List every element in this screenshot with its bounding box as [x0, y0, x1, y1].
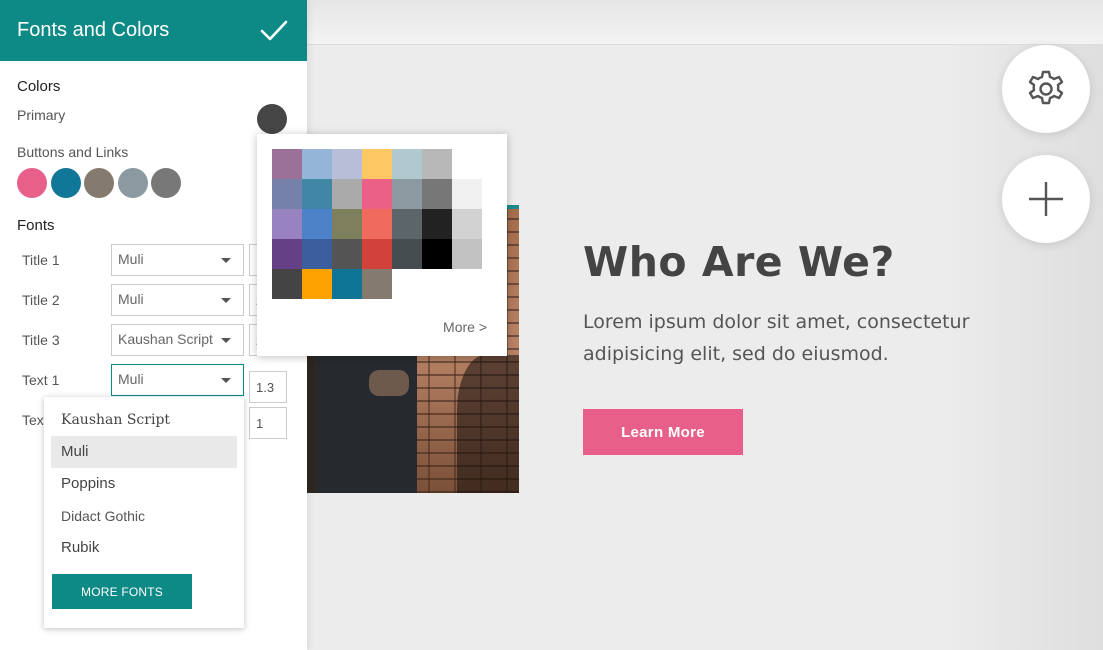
font-dropdown: Kaushan Script Muli Poppins Didact Gothic Ru…	[44, 397, 244, 628]
palette-color-cell[interactable]	[452, 149, 482, 179]
primary-color-swatch[interactable]	[257, 104, 287, 134]
font-select-value: Kaushan Script	[118, 331, 213, 347]
gear-icon	[1028, 70, 1064, 105]
font-select-value: Muli	[118, 371, 144, 387]
button-color-swatch[interactable]	[117, 168, 148, 198]
font-option[interactable]: Muli	[51, 436, 237, 468]
palette-color-cell[interactable]	[452, 179, 482, 209]
photo-shadow	[457, 355, 519, 493]
chevron-down-icon	[221, 258, 231, 263]
check-icon	[260, 20, 288, 41]
palette-color-cell[interactable]	[332, 269, 362, 299]
palette-color-cell[interactable]	[452, 209, 482, 239]
palette-color-cell[interactable]	[392, 149, 422, 179]
panel-title: Fonts and Colors	[17, 19, 170, 41]
palette-color-cell[interactable]	[392, 239, 422, 269]
palette-color-cell[interactable]	[302, 269, 332, 299]
button-color-swatch[interactable]	[84, 168, 114, 198]
palette-color-cell[interactable]	[422, 209, 452, 239]
primary-color-label: Primary	[17, 107, 66, 123]
plus-icon	[1029, 182, 1063, 216]
hero-text: Lorem ipsum dolor sit amet, consectetur …	[583, 311, 970, 365]
button-color-swatch[interactable]	[151, 168, 181, 198]
palette-color-cell[interactable]	[302, 149, 332, 179]
font-row-label: Tex	[22, 412, 44, 428]
palette-color-cell[interactable]	[392, 179, 422, 209]
chevron-down-icon	[221, 298, 231, 303]
font-size-input[interactable]: 1	[249, 407, 287, 439]
font-size-input[interactable]: 1.3	[249, 371, 287, 403]
palette-color-cell[interactable]	[302, 209, 332, 239]
font-select-value: Muli	[118, 291, 144, 307]
palette-color-cell[interactable]	[362, 149, 392, 179]
button-color-swatch[interactable]	[50, 168, 81, 198]
font-row-label: Title 2	[22, 292, 60, 308]
palette-color-cell[interactable]	[452, 239, 482, 269]
font-option[interactable]: Rubik	[51, 532, 237, 564]
canvas-top-bar	[307, 0, 1103, 45]
palette-color-cell[interactable]	[332, 179, 362, 209]
person-hands	[369, 370, 409, 396]
palette-color-cell[interactable]	[362, 179, 392, 209]
photo-accent	[507, 205, 519, 209]
settings-button[interactable]	[1002, 45, 1090, 133]
button-color-swatch[interactable]	[17, 168, 47, 198]
palette-color-cell[interactable]	[302, 239, 332, 269]
font-row-label: Title 1	[22, 252, 60, 268]
palette-color-cell[interactable]	[332, 149, 362, 179]
panel-header: Fonts and Colors	[0, 0, 307, 61]
chevron-down-icon	[221, 338, 231, 343]
palette-color-cell[interactable]	[302, 179, 332, 209]
palette-color-cell[interactable]	[272, 209, 302, 239]
palette-color-cell[interactable]	[422, 149, 452, 179]
palette-color-cell[interactable]	[362, 269, 392, 299]
font-select[interactable]: Muli	[111, 284, 244, 316]
palette-color-cell[interactable]	[362, 209, 392, 239]
confirm-button[interactable]	[259, 16, 289, 46]
palette-color-cell[interactable]	[332, 239, 362, 269]
font-select[interactable]: Kaushan Script	[111, 324, 244, 356]
palette-color-cell[interactable]	[272, 179, 302, 209]
more-colors-link[interactable]: More >	[443, 319, 487, 335]
palette-color-cell[interactable]	[272, 269, 302, 299]
fonts-section-title: Fonts	[17, 217, 55, 234]
font-select[interactable]: Muli	[111, 364, 244, 396]
palette-color-cell[interactable]	[392, 209, 422, 239]
palette-color-cell[interactable]	[272, 149, 302, 179]
palette-color-cell[interactable]	[362, 239, 392, 269]
palette-color-cell[interactable]	[422, 179, 452, 209]
hero-title: Who Are We?	[583, 238, 895, 286]
buttons-links-label: Buttons and Links	[17, 144, 129, 160]
palette-color-cell[interactable]	[332, 209, 362, 239]
color-palette	[272, 149, 482, 299]
font-select[interactable]: Muli	[111, 244, 244, 276]
learn-more-button[interactable]: Learn More	[583, 409, 743, 455]
font-option[interactable]: Kaushan Script	[51, 405, 237, 437]
more-fonts-button[interactable]: MORE FONTS	[52, 574, 192, 609]
font-row-label: Title 3	[22, 332, 60, 348]
font-option[interactable]: Didact Gothic	[51, 501, 237, 533]
palette-color-cell[interactable]	[422, 239, 452, 269]
colors-section-title: Colors	[17, 78, 61, 95]
color-picker-popup: More >	[257, 134, 507, 356]
font-row-label: Text 1	[22, 372, 60, 388]
palette-color-cell[interactable]	[272, 239, 302, 269]
font-select-value: Muli	[118, 251, 144, 267]
add-button[interactable]	[1002, 155, 1090, 243]
chevron-down-icon	[221, 378, 231, 383]
font-option[interactable]: Poppins	[51, 468, 237, 500]
